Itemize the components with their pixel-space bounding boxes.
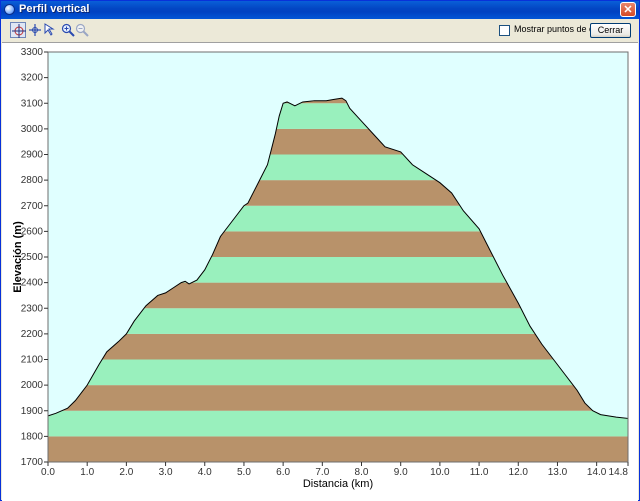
y-tick-label: 2900 [21, 150, 44, 161]
x-tick-label: 5.0 [237, 467, 251, 478]
elevation-band [48, 385, 628, 411]
y-tick-label: 1900 [21, 406, 44, 417]
x-tick-label: 10.0 [430, 467, 450, 478]
y-tick-label: 2200 [21, 329, 44, 340]
y-tick-label: 2600 [21, 226, 44, 237]
x-tick-label: 14.8 [609, 467, 629, 478]
zoom-out-icon[interactable] [74, 22, 90, 38]
show-waypoints-checkbox[interactable] [499, 25, 510, 36]
x-tick-label: 9.0 [394, 467, 408, 478]
profile-window: Perfil vertical ✕ Mostrar puntos de cami… [0, 0, 640, 501]
elevation-band [48, 436, 628, 462]
elevation-band [48, 410, 628, 437]
x-tick-label: 1.0 [80, 467, 94, 478]
x-tick-label: 6.0 [276, 467, 290, 478]
elevation-band [48, 359, 628, 386]
y-axis-title: Elevación (m) [12, 221, 24, 293]
select-cursor-icon[interactable] [42, 22, 58, 38]
y-tick-label: 2100 [21, 355, 44, 366]
y-tick-label: 1700 [21, 457, 44, 468]
y-tick-label: 2500 [21, 252, 44, 263]
x-axis-title: Distancia (km) [303, 478, 373, 490]
y-tick-label: 2800 [21, 175, 44, 186]
title-bar[interactable]: Perfil vertical ✕ [1, 1, 639, 19]
close-button[interactable]: Cerrar [590, 23, 631, 38]
crosshair-icon[interactable] [27, 22, 43, 38]
x-tick-label: 0.0 [41, 467, 55, 478]
x-tick-label: 3.0 [159, 467, 173, 478]
y-tick-label: 3300 [21, 47, 44, 58]
x-tick-label: 11.0 [470, 467, 489, 478]
x-tick-label: 13.0 [548, 467, 568, 478]
y-tick-label: 2700 [21, 201, 44, 212]
x-tick-label: 4.0 [198, 467, 212, 478]
pan-crosshair-icon[interactable] [10, 22, 26, 38]
x-tick-label: 2.0 [119, 467, 133, 478]
y-tick-label: 3100 [21, 98, 44, 109]
x-tick-label: 14.0 [587, 467, 607, 478]
y-tick-label: 2000 [21, 380, 44, 391]
x-tick-label: 8.0 [355, 467, 369, 478]
window-close-button[interactable]: ✕ [620, 2, 636, 17]
toolbar: Mostrar puntos de camino Cerrar [2, 20, 638, 42]
chart-frame: 1700 1800 1900 2000 2100 2200 2300 2400 2500 2600… [2, 42, 638, 501]
y-tick-label: 2400 [21, 278, 44, 289]
elevation-profile-chart: 1700 1800 1900 2000 2100 2200 2300 2400 2500 2600… [12, 47, 629, 490]
y-tick-label: 1800 [21, 431, 44, 442]
app-globe-icon [4, 4, 15, 15]
y-tick-label: 3000 [21, 124, 44, 135]
x-tick-label: 12.0 [509, 467, 529, 478]
y-tick-label: 3200 [21, 73, 44, 84]
y-tick-label: 2300 [21, 303, 44, 314]
window-title: Perfil vertical [19, 3, 90, 15]
x-tick-label: 7.0 [315, 467, 329, 478]
